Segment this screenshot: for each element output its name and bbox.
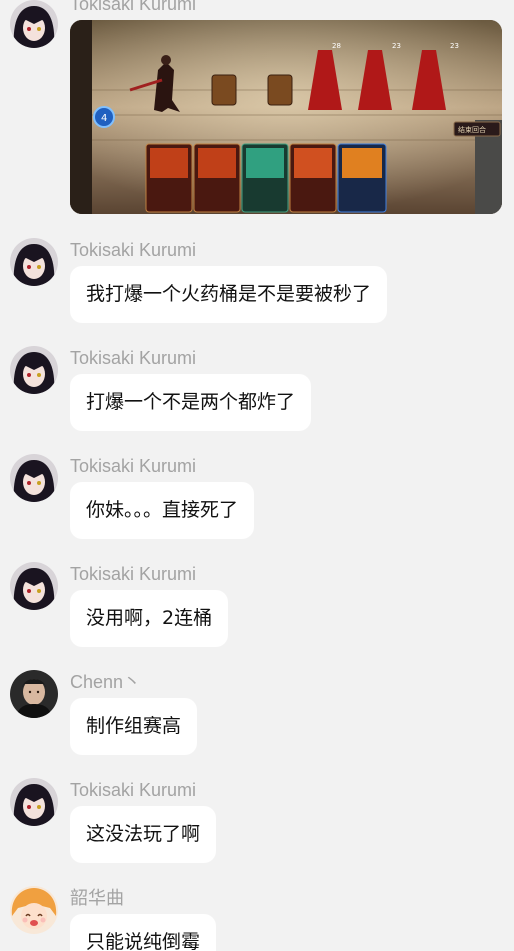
message-bubble[interactable]: 我打爆一个火药桶是不是要被秒了 (70, 266, 388, 323)
avatar-kurumi[interactable] (10, 778, 58, 826)
avatar-kurumi[interactable] (10, 454, 58, 502)
sender-name: Tokisaki Kurumi (70, 348, 197, 368)
enemy-hp: 28 (332, 42, 341, 50)
message-bubble[interactable]: 这没法玩了啊 (70, 806, 217, 863)
enemy-hp: 23 (450, 42, 459, 50)
sender-name: Tokisaki Kurumi (70, 240, 197, 260)
message-item: 韶华曲 只能说纯倒霉 (0, 886, 514, 951)
message-item: Tokisaki Kurumi 没用啊，2连桶 (0, 562, 514, 662)
avatar-kurumi[interactable] (10, 562, 58, 610)
avatar-chenn[interactable] (10, 670, 58, 718)
message-item: Tokisaki Kurumi 我打爆一个火药桶是不是要被秒了 (0, 238, 514, 338)
sender-name: Chenn丶 (70, 672, 142, 692)
image-message[interactable]: 28 23 23 4 结束回合 (70, 20, 502, 214)
end-turn-button: 结束回合 (458, 125, 486, 134)
message-bubble[interactable]: 没用啊，2连桶 (70, 590, 229, 647)
avatar-kurumi[interactable] (10, 0, 58, 48)
message-item: Tokisaki Kurumi 打爆一个不是两个都炸了 (0, 346, 514, 446)
chat-message-list[interactable]: Tokisaki Kurumi 28 23 23 4 结束回合 Tokisaki… (0, 0, 514, 951)
energy-count: 4 (101, 113, 107, 124)
sender-name: Tokisaki Kurumi (70, 0, 197, 14)
sender-name: Tokisaki Kurumi (70, 456, 197, 476)
sender-name: 韶华曲 (70, 888, 124, 908)
message-bubble[interactable]: 制作组赛高 (70, 698, 198, 755)
card-hand (145, 143, 387, 213)
avatar-shaohuaqu[interactable] (10, 886, 58, 934)
avatar-kurumi[interactable] (10, 346, 58, 394)
message-item: Tokisaki Kurumi 这没法玩了啊 (0, 778, 514, 878)
message-bubble[interactable]: 打爆一个不是两个都炸了 (70, 374, 312, 431)
message-item: Tokisaki Kurumi 你妹。。。直接死了 (0, 454, 514, 554)
message-item: Tokisaki Kurumi 28 23 23 4 结束回合 (0, 0, 514, 222)
enemy-hp: 23 (392, 42, 401, 50)
message-bubble[interactable]: 你妹。。。直接死了 (70, 482, 255, 539)
message-item: Chenn丶 制作组赛高 (0, 670, 514, 770)
avatar-kurumi[interactable] (10, 238, 58, 286)
sender-name: Tokisaki Kurumi (70, 780, 197, 800)
sender-name: Tokisaki Kurumi (70, 564, 197, 584)
message-bubble[interactable]: 只能说纯倒霉 (70, 914, 217, 951)
